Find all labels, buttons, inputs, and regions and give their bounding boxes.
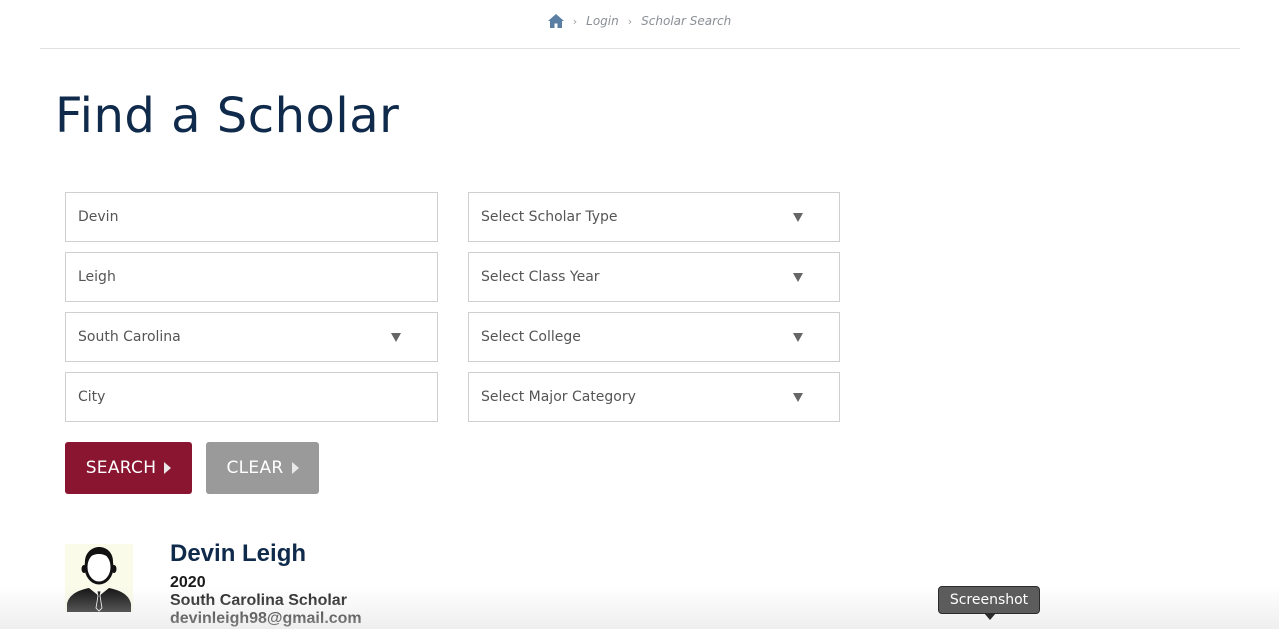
scholar-email[interactable]: devinleigh98@gmail.com	[170, 610, 362, 628]
chevron-down-icon	[793, 332, 803, 342]
clear-button[interactable]: CLEAR	[206, 442, 319, 494]
state-select[interactable]: South Carolina	[65, 312, 438, 362]
scholar-type: South Carolina Scholar	[170, 592, 347, 609]
class-year-select[interactable]: Select Class Year	[468, 252, 840, 302]
arrow-right-icon	[291, 462, 299, 474]
chevron-down-icon	[793, 272, 803, 282]
search-button-label: SEARCH	[85, 458, 157, 478]
scholar-result: Devin Leigh 2020 South Carolina Scholar …	[65, 538, 865, 638]
screenshot-tooltip: Screenshot	[938, 586, 1040, 620]
tooltip-label: Screenshot	[949, 592, 1029, 608]
first-name-input[interactable]: Devin	[65, 192, 438, 242]
breadcrumb-separator: ›	[627, 14, 633, 28]
major-category-value: Select Major Category	[481, 389, 636, 405]
scholar-type-select[interactable]: Select Scholar Type	[468, 192, 840, 242]
chevron-down-icon	[793, 212, 803, 222]
chevron-down-icon	[793, 392, 803, 402]
city-placeholder: City	[78, 389, 106, 405]
breadcrumb-login-link[interactable]: Login	[586, 14, 619, 28]
arrow-right-icon	[164, 462, 172, 474]
home-icon[interactable]	[547, 14, 564, 28]
college-select[interactable]: Select College	[468, 312, 840, 362]
breadcrumb: › Login › Scholar Search	[0, 14, 1279, 28]
breadcrumb-current: Scholar Search	[641, 14, 732, 28]
scholar-name[interactable]: Devin Leigh	[170, 540, 306, 568]
major-category-select[interactable]: Select Major Category	[468, 372, 840, 422]
scholar-type-value: Select Scholar Type	[481, 209, 618, 225]
page-title: Find a Scholar	[55, 88, 400, 144]
chevron-down-icon	[391, 332, 401, 342]
state-value: South Carolina	[78, 329, 181, 345]
last-name-value: Leigh	[78, 269, 116, 285]
scholar-year: 2020	[170, 574, 206, 591]
last-name-input[interactable]: Leigh	[65, 252, 438, 302]
class-year-value: Select Class Year	[481, 269, 600, 285]
first-name-value: Devin	[78, 209, 119, 225]
header-divider	[40, 48, 1240, 49]
clear-button-label: CLEAR	[226, 458, 284, 478]
search-button[interactable]: SEARCH	[65, 442, 192, 494]
college-value: Select College	[481, 329, 581, 345]
city-input[interactable]: City	[65, 372, 438, 422]
person-avatar-icon	[65, 544, 133, 612]
breadcrumb-separator: ›	[572, 14, 578, 28]
